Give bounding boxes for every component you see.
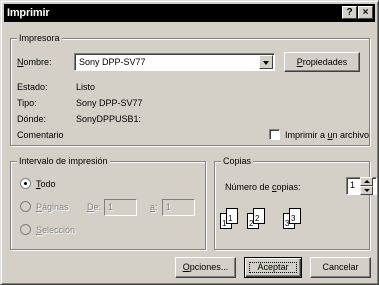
copies-group-label: Copias [221, 156, 254, 166]
range-selection-radio[interactable] [20, 224, 31, 235]
copies-spinner[interactable] [360, 177, 373, 195]
where-label: Dónde: [17, 114, 47, 124]
help-button[interactable]: ? [342, 6, 357, 19]
printer-name-select[interactable]: Sony DPP-SV77 [74, 53, 275, 71]
type-value: Sony DPP-SV77 [76, 98, 143, 108]
where-value: SonyDPPUSB1: [76, 114, 142, 124]
comment-label: Comentario [17, 130, 64, 140]
dialog-title: Imprimir [7, 7, 50, 19]
print-to-file-label[interactable]: Imprimir a un archivo [285, 130, 369, 140]
printer-group-label: Impresora [17, 33, 62, 43]
status-value: Listo [76, 82, 96, 92]
collate-page-icon: 1 [226, 208, 238, 224]
copies-count-value: 1 [350, 180, 356, 190]
range-to-input[interactable]: 1 [162, 199, 195, 216]
chevron-down-icon [263, 61, 269, 65]
collate-page-icon: 3 [289, 208, 301, 224]
range-selection-label: Selección [36, 225, 76, 235]
range-all-label[interactable]: Todo [36, 179, 56, 189]
cancel-button[interactable]: Cancelar [310, 257, 371, 278]
print-range-group-label: Intervalo de impresión [17, 156, 110, 166]
spin-up-icon[interactable] [360, 177, 373, 186]
properties-button[interactable]: Propiedades [284, 52, 360, 72]
range-to-label: a: [150, 202, 158, 212]
range-pages-label: Páginas [36, 202, 69, 212]
range-from-label: De: [87, 202, 102, 212]
radio-selected-icon [24, 182, 27, 185]
copies-count-label: Número de copias: [225, 182, 301, 192]
range-from-value: 1 [108, 202, 114, 212]
accept-button[interactable]: Aceptar [244, 257, 302, 278]
range-from-input[interactable]: 1 [104, 199, 137, 216]
options-button[interactable]: Opciones... [175, 257, 236, 278]
range-all-radio[interactable] [20, 178, 31, 189]
range-pages-radio[interactable] [20, 201, 31, 212]
print-dialog: Imprimir ? × Impresora Nombre: Sony DPP-… [0, 0, 379, 285]
copies-group: Copias [214, 156, 370, 250]
range-to-value: 1 [166, 202, 172, 212]
collate-page-icon: 2 [253, 208, 265, 224]
type-label: Tipo: [17, 98, 37, 108]
printer-name-value: Sony DPP-SV77 [79, 57, 146, 67]
focus-rect [249, 262, 297, 273]
status-label: Estado: [17, 82, 48, 92]
print-to-file-checkbox[interactable] [269, 129, 280, 140]
spin-down-icon[interactable] [360, 186, 373, 195]
printer-name-label: Nombre: [17, 57, 52, 67]
close-button[interactable]: × [358, 6, 373, 19]
title-bar[interactable]: Imprimir ? × [4, 4, 375, 22]
dropdown-button[interactable] [259, 55, 273, 69]
